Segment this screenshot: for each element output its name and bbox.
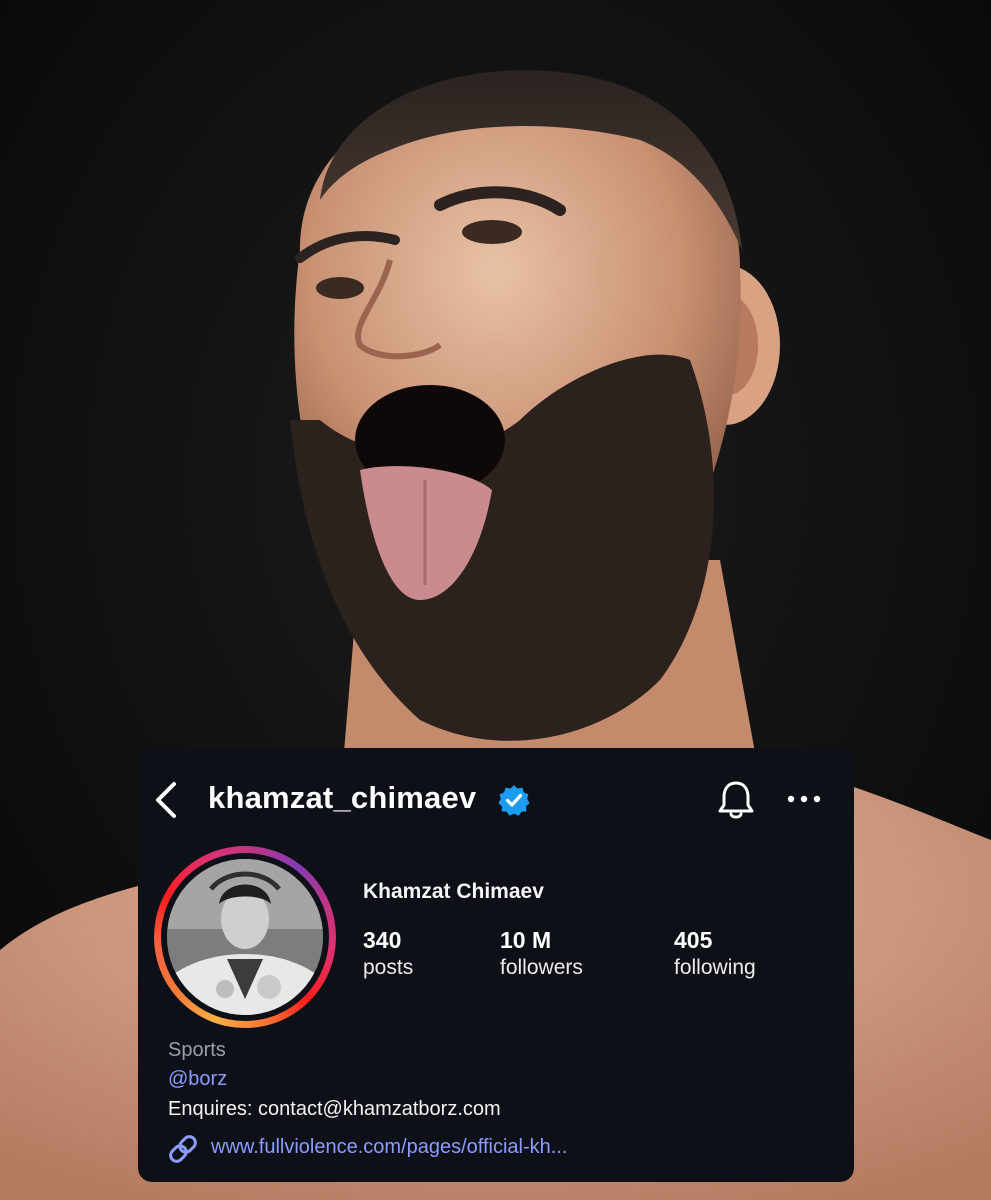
more-horizontal-icon	[787, 795, 821, 803]
display-name: Khamzat Chimaev	[363, 880, 544, 903]
avatar	[167, 859, 323, 1015]
chevron-left-icon	[156, 782, 176, 818]
following-value: 405	[674, 927, 713, 953]
avatar-ring-gap	[161, 853, 329, 1021]
bio-text: Enquires: contact@khamzatborz.com	[168, 1098, 501, 1120]
avatar-story-ring[interactable]	[154, 846, 336, 1028]
followers-count[interactable]: 10 M followers	[500, 926, 583, 982]
profile-card: khamzat_chimaev Khamzat Chimaev 340 post…	[138, 748, 854, 1182]
more-options-button[interactable]	[786, 784, 822, 814]
link-text: www.fullviolence.com/pages/official-kh..…	[211, 1136, 568, 1158]
following-count[interactable]: 405 following	[674, 926, 756, 982]
followers-value: 10 M	[500, 927, 552, 953]
notifications-button[interactable]	[716, 778, 756, 822]
following-label: following	[674, 956, 756, 979]
posts-label: posts	[363, 956, 414, 979]
back-button[interactable]	[152, 780, 182, 820]
bell-icon	[718, 781, 754, 819]
link-icon	[169, 1135, 197, 1163]
profile-category: Sports	[168, 1039, 226, 1061]
verified-badge-icon	[498, 784, 530, 816]
mention-link[interactable]: @borz	[168, 1068, 227, 1091]
posts-count[interactable]: 340 posts	[363, 926, 413, 982]
followers-label: followers	[500, 956, 583, 979]
posts-value: 340	[363, 927, 402, 953]
profile-header: khamzat_chimaev	[138, 748, 854, 852]
username: khamzat_chimaev	[208, 780, 477, 815]
